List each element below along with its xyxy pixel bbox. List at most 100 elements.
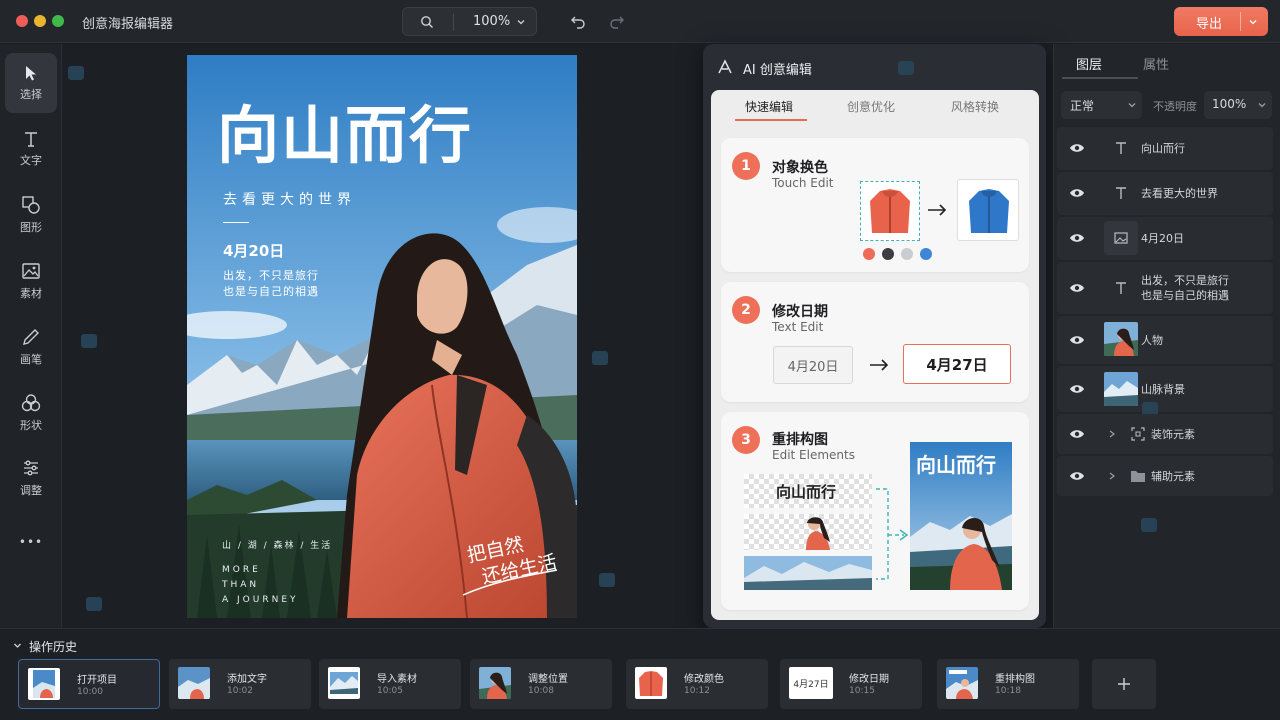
eye-icon[interactable] (1069, 383, 1085, 395)
maximize-window-button[interactable] (52, 15, 64, 27)
poster-title[interactable]: 向山而行 (217, 85, 473, 175)
collapse-arrow-icon[interactable] (13, 641, 22, 650)
layer-name-line-2: 也是与自己的相遇 (1141, 289, 1229, 302)
eye-icon[interactable] (1069, 187, 1085, 199)
image-icon (22, 263, 40, 279)
tool-select-label: 选择 (20, 88, 42, 101)
eye-icon[interactable] (1069, 428, 1085, 440)
poster-tagline-3: A JOURNEY (222, 595, 299, 605)
layer-row[interactable]: 4月20日 (1057, 217, 1273, 260)
selected-object-frame[interactable] (860, 181, 920, 241)
tool-text[interactable]: 文字 (5, 119, 57, 179)
jacket-blue-icon (969, 189, 1009, 233)
history-time: 10:15 (849, 686, 875, 696)
watermark-icon (592, 351, 608, 365)
color-swatch[interactable] (901, 248, 913, 260)
export-divider (1240, 12, 1241, 31)
layer-row[interactable]: 辅助元素 (1057, 456, 1273, 496)
history-time: 10:18 (995, 686, 1021, 696)
cursor-icon (26, 66, 36, 81)
text-icon (1104, 271, 1138, 305)
close-window-button[interactable] (16, 15, 28, 27)
tool-shapes[interactable]: 图形 (5, 185, 57, 245)
history-item[interactable]: 打开项目 10:00 (18, 659, 160, 709)
history-name: 修改颜色 (684, 674, 724, 685)
layer-name: 出发，不只是旅行 也是与自己的相遇 (1141, 273, 1229, 303)
export-options-chevron-icon[interactable] (1246, 15, 1260, 29)
layer-row[interactable]: 出发，不只是旅行 也是与自己的相遇 (1057, 262, 1273, 314)
layer-row[interactable]: 装饰元素 (1057, 414, 1273, 454)
layer-row[interactable]: 去看更大的世界 (1057, 172, 1273, 215)
mountain-thumbnail (1104, 372, 1138, 406)
zoom-control: 100% (402, 7, 537, 36)
eye-icon[interactable] (1069, 232, 1085, 244)
history-item[interactable]: 重排构图 10:18 (937, 659, 1079, 709)
undo-icon[interactable] (569, 12, 587, 30)
layer-row[interactable]: 山脉背景 (1057, 366, 1273, 412)
expand-arrow-icon[interactable] (1108, 430, 1116, 438)
tab-quick-edit[interactable]: 快速编辑 (745, 98, 793, 115)
card-recompose[interactable]: 3 重排构图 Edit Elements 向山而行 向山而行 (721, 412, 1029, 610)
layer-name: 人物 (1141, 334, 1163, 347)
color-swatch[interactable] (882, 248, 894, 260)
layer-row[interactable]: 向山而行 (1057, 127, 1273, 170)
tool-more[interactable]: ••• (5, 514, 57, 570)
history-item[interactable]: 4月27日 修改日期 10:15 (780, 659, 922, 709)
poster-line-1[interactable]: 出发，不只是旅行 (223, 267, 319, 283)
layer-row[interactable]: 人物 (1057, 316, 1273, 364)
minimize-window-button[interactable] (34, 15, 46, 27)
export-button[interactable]: 导出 (1174, 7, 1268, 36)
poster-date[interactable]: 4月20日 (223, 240, 284, 261)
opacity-select[interactable]: 100% (1204, 91, 1272, 119)
blend-mode-select[interactable]: 正常 (1061, 91, 1142, 119)
tool-select[interactable]: 选择 (5, 53, 57, 113)
history-title: 操作历史 (29, 640, 78, 654)
history-item[interactable]: 添加文字 10:02 (169, 659, 311, 709)
person-cutout-image (806, 517, 830, 550)
poster-subtitle[interactable]: 去看更大的世界 (223, 189, 356, 209)
arrow-right-icon (868, 358, 890, 372)
watermark-icon (1141, 518, 1157, 532)
history-item[interactable]: 修改颜色 10:12 (626, 659, 768, 709)
expand-arrow-icon[interactable] (1108, 472, 1116, 480)
history-thumbnail-text: 4月27日 (793, 679, 829, 690)
card-edit-date[interactable]: 2 修改日期 Text Edit 4月20日 4月27日 (721, 282, 1029, 402)
pen-icon (23, 329, 39, 345)
history-item[interactable]: 调整位置 10:08 (470, 659, 612, 709)
chevron-down-icon[interactable] (515, 16, 527, 28)
poster-tagline[interactable]: MORE THAN A JOURNEY (222, 563, 299, 608)
search-icon[interactable] (419, 14, 435, 30)
tool-adjust[interactable]: 调整 (5, 448, 57, 508)
eye-icon[interactable] (1069, 470, 1085, 482)
layer-name: 山脉背景 (1141, 383, 1185, 396)
tool-shape[interactable]: 形状 (5, 383, 57, 443)
tab-style-transfer[interactable]: 风格转换 (951, 98, 999, 115)
title-bar: 创意海报编辑器 100% 导出 (0, 0, 1280, 43)
ai-panel-header: AI 创意编辑 (703, 44, 1046, 90)
tool-assets[interactable]: 素材 (5, 251, 57, 311)
poster-line-2[interactable]: 也是与自己的相遇 (223, 283, 319, 299)
tab-properties[interactable]: 属性 (1143, 54, 1169, 73)
new-date-box[interactable]: 4月27日 (903, 344, 1011, 384)
eye-icon[interactable] (1069, 282, 1085, 294)
history-item[interactable]: 导入素材 10:05 (319, 659, 461, 709)
poster-tags[interactable]: 山 / 湖 / 森林 / 生活 (222, 538, 332, 551)
tool-brush[interactable]: 画笔 (5, 317, 57, 377)
tab-layers[interactable]: 图层 (1076, 54, 1102, 73)
person-thumbnail (1104, 322, 1138, 356)
color-swatch[interactable] (863, 248, 875, 260)
add-history-button[interactable] (1092, 659, 1156, 709)
app-window: 创意海报编辑器 100% 导出 选择 文字 图形 素材 画笔 形状 调整 •••… (0, 0, 1280, 720)
color-swatch[interactable] (920, 248, 932, 260)
poster-artboard[interactable]: 向山而行 去看更大的世界 4月20日 出发，不只是旅行 也是与自己的相遇 山 /… (187, 55, 577, 618)
frame-icon (1121, 417, 1155, 451)
plus-icon (1118, 678, 1130, 690)
eye-icon[interactable] (1069, 334, 1085, 346)
eye-icon[interactable] (1069, 142, 1085, 154)
tab-creative-optimize[interactable]: 创意优化 (847, 98, 895, 115)
history-thumbnail (328, 667, 360, 699)
old-date-box: 4月20日 (773, 346, 853, 384)
zoom-level[interactable]: 100% (473, 14, 510, 29)
redo-icon[interactable] (608, 12, 626, 30)
card-recolor[interactable]: 1 对象换色 Touch Edit (721, 138, 1029, 272)
